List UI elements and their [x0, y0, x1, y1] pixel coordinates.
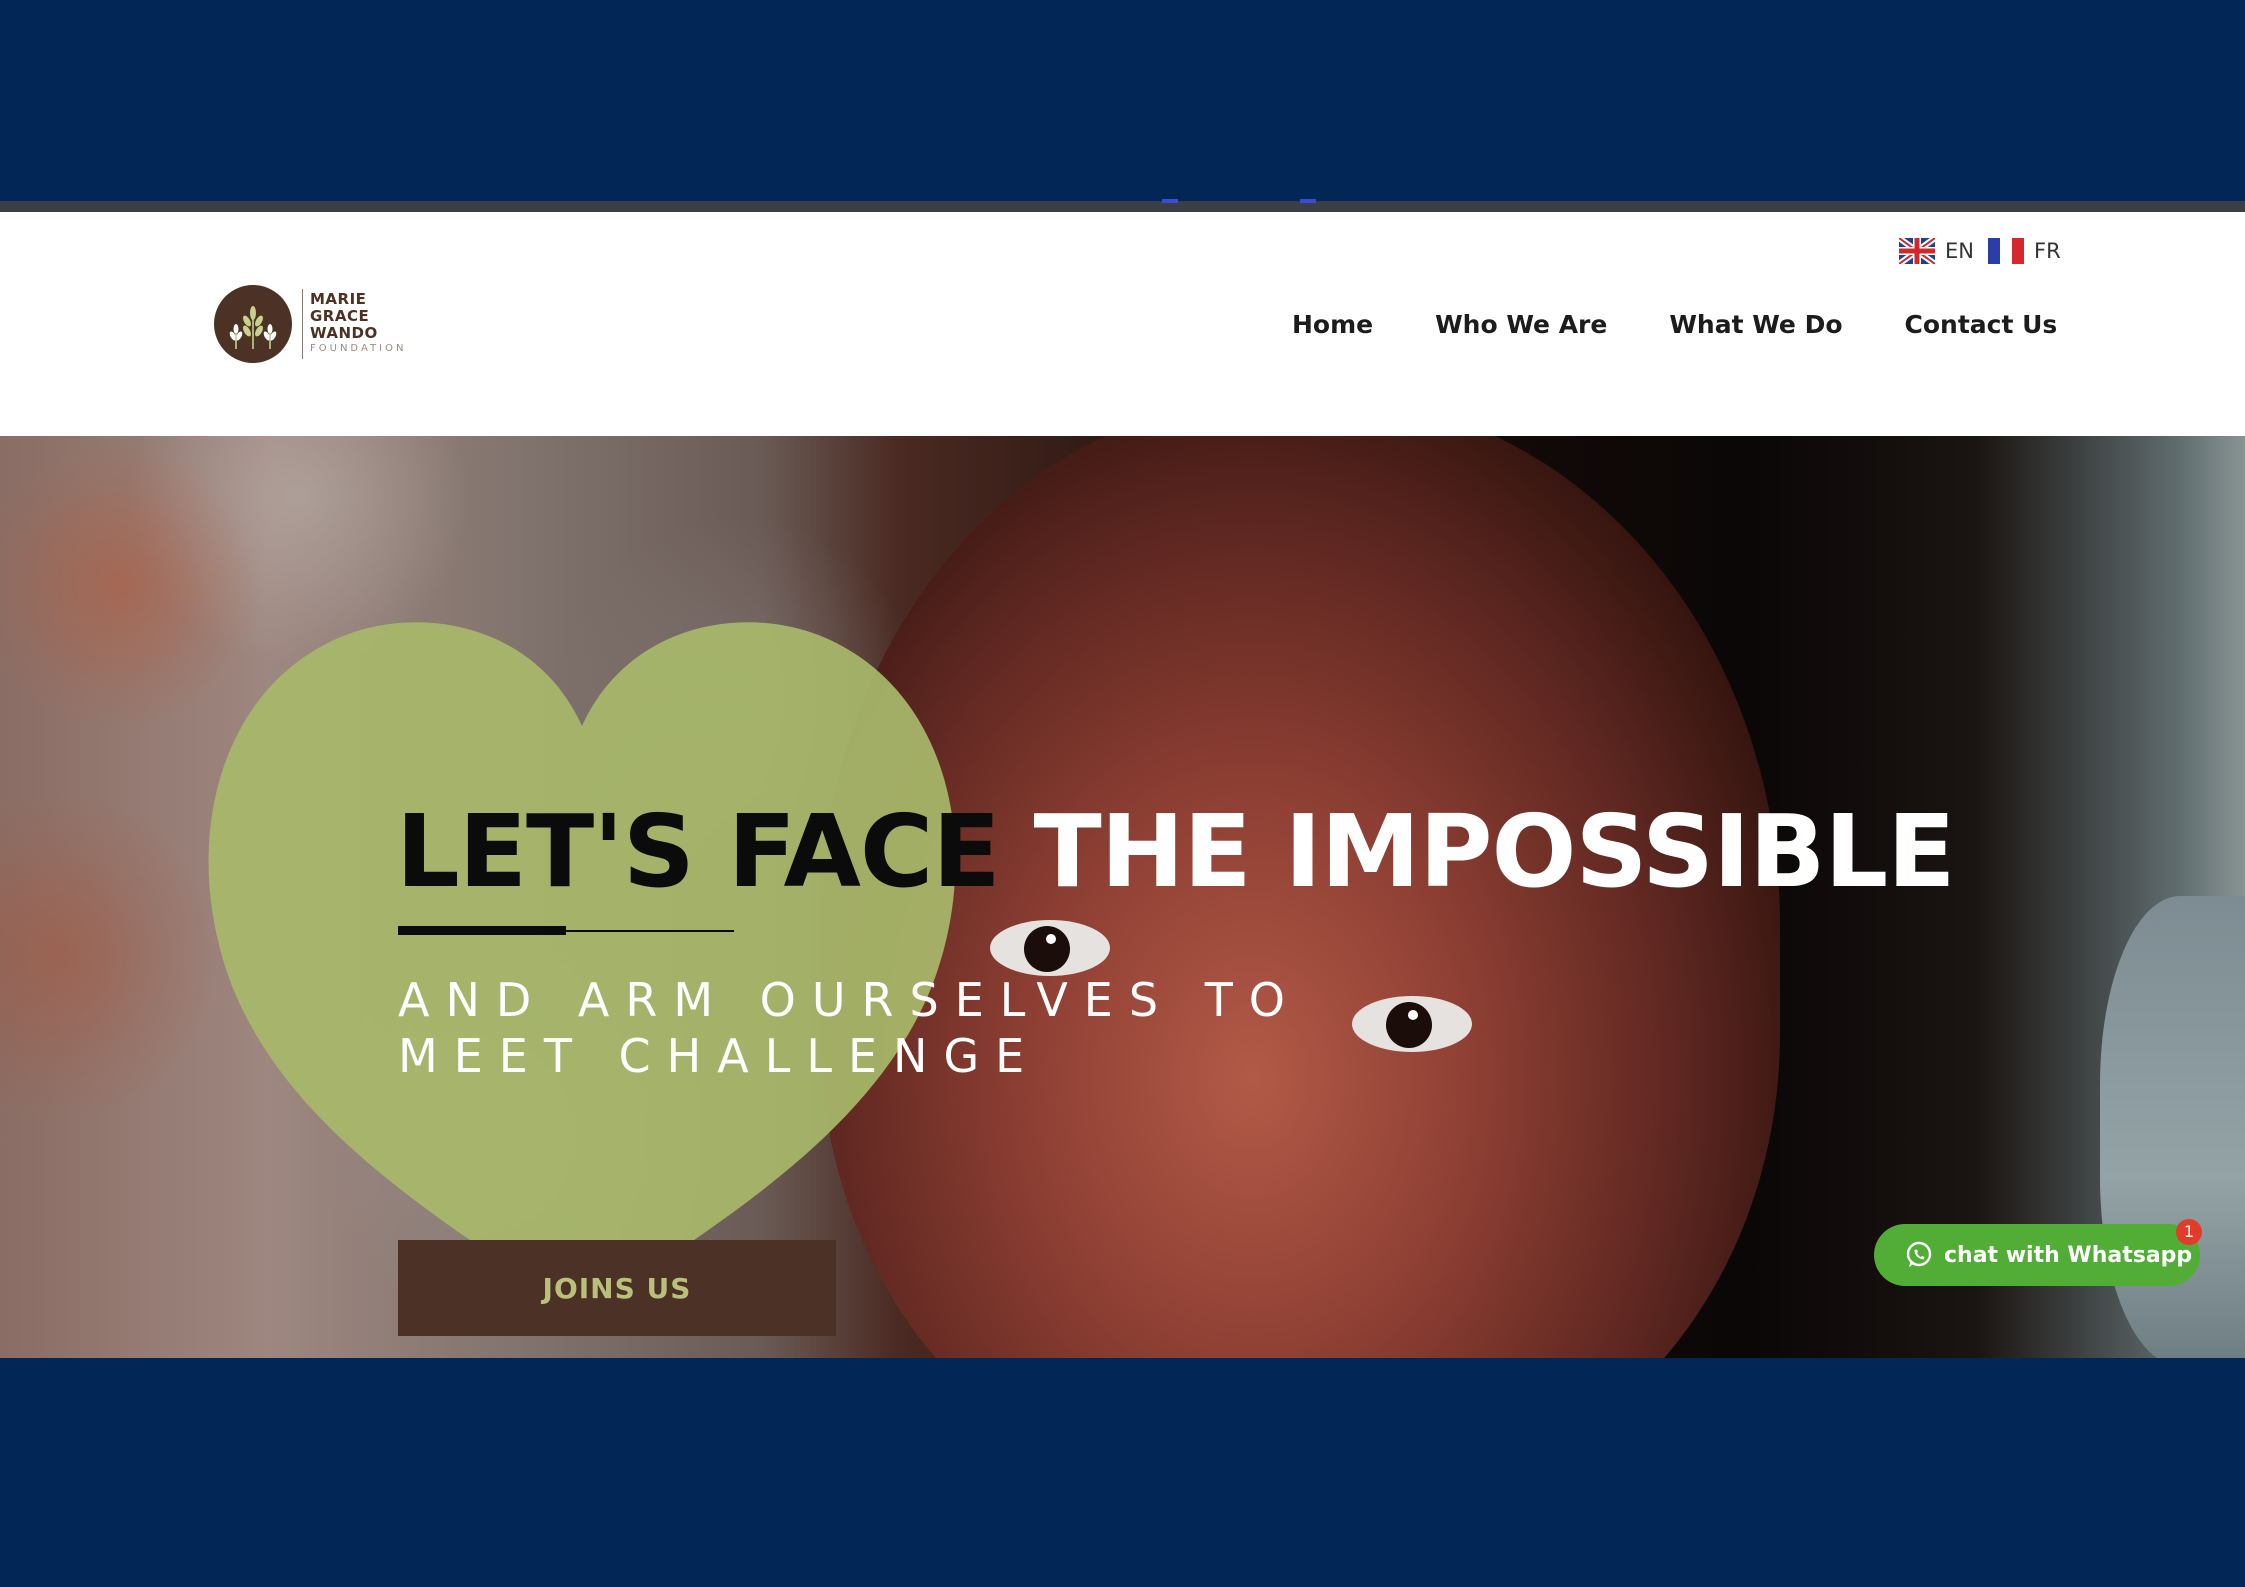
wheat-logo-icon [214, 285, 292, 363]
nav-who-we-are[interactable]: Who We Are [1435, 305, 1607, 345]
language-en[interactable]: EN [1899, 237, 1974, 265]
notification-badge: 1 [2176, 1219, 2202, 1245]
language-fr[interactable]: FR [1988, 237, 2061, 265]
headline-dark-part: LET'S FACE [396, 793, 1001, 910]
headline-underline [398, 926, 566, 935]
hero-headline: LET'S FACE THE IMPOSSIBLE [396, 792, 1956, 912]
browser-strip [0, 199, 2245, 212]
headline-light-part: THE IMPOSSIBLE [1033, 793, 1955, 910]
language-fr-label: FR [2034, 239, 2061, 263]
subheadline-line: AND ARM OURSELVES TO [398, 973, 1301, 1027]
logo-wordmark: MARIE GRACE WANDO [310, 291, 378, 342]
bottom-frame-band [0, 1358, 2245, 1587]
hero-banner: LET'S FACE THE IMPOSSIBLE AND ARM OURSEL… [0, 436, 2245, 1358]
hero-photo-eye [1352, 996, 1472, 1052]
nav-what-we-do[interactable]: What We Do [1669, 305, 1842, 345]
nav-home[interactable]: Home [1292, 305, 1373, 345]
subheadline-line: MEET CHALLENGE [398, 1029, 1041, 1083]
strip-marker [1162, 199, 1178, 203]
whatsapp-chat-button[interactable]: chat with Whatsapp [1874, 1224, 2200, 1286]
uk-flag-icon [1899, 238, 1935, 264]
hero-photo-eye [990, 920, 1110, 976]
hero-photo-hand [2100, 896, 2245, 1358]
logo-divider [302, 289, 303, 359]
logo-subtitle: FOUNDATION [310, 343, 407, 354]
whatsapp-label: chat with Whatsapp [1944, 1242, 2193, 1268]
hero-subheadline: AND ARM OURSELVES TO MEET CHALLENGE [398, 972, 1301, 1084]
nav-contact-us[interactable]: Contact Us [1905, 305, 2058, 345]
language-en-label: EN [1945, 239, 1974, 263]
site-logo[interactable]: MARIE GRACE WANDO FOUNDATION [214, 285, 414, 365]
main-nav: Home Who We Are What We Do Contact Us [1292, 305, 2057, 345]
france-flag-icon [1988, 238, 2024, 264]
whatsapp-icon [1906, 1241, 1932, 1267]
logo-line: GRACE [310, 307, 370, 325]
top-frame-band [0, 0, 2245, 201]
logo-line: MARIE [310, 290, 367, 308]
logo-line: WANDO [310, 324, 378, 342]
join-us-button[interactable]: JOINS US [398, 1240, 836, 1336]
strip-marker [1300, 199, 1316, 203]
heart-shape [208, 622, 956, 1316]
headline-underline-thin [566, 930, 734, 932]
